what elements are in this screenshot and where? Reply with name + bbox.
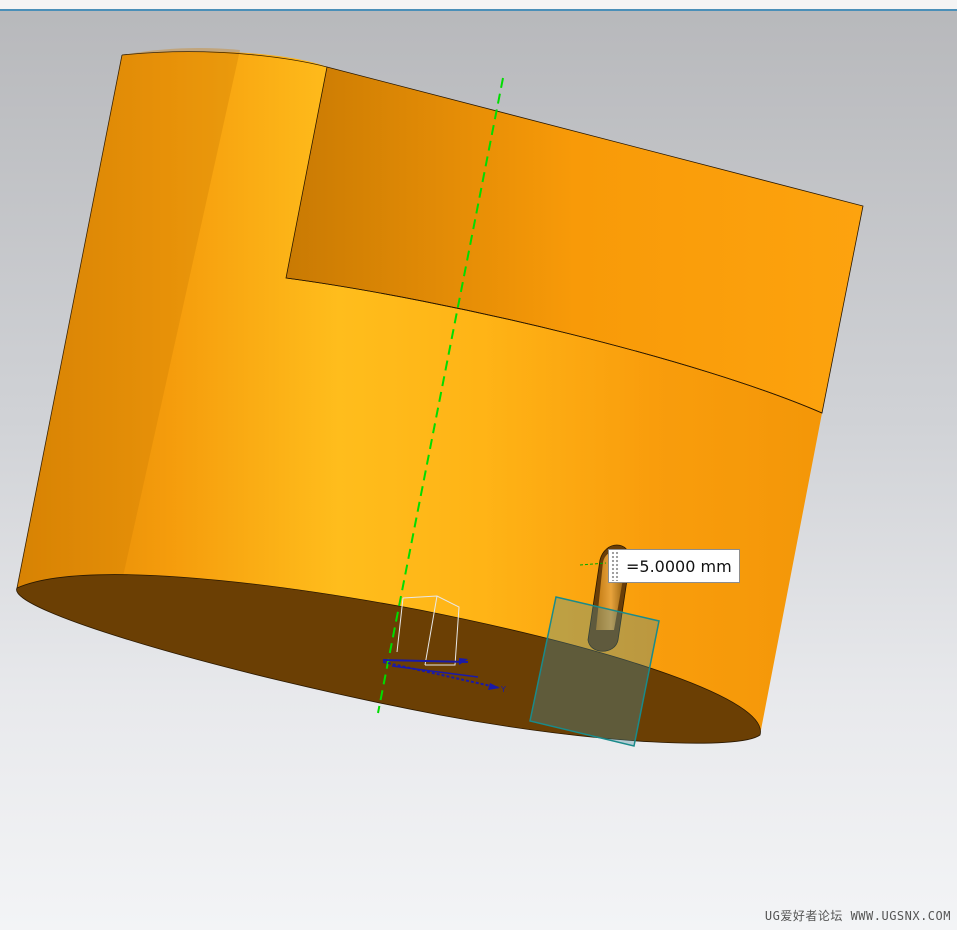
dimension-value[interactable]: =5.0000 mm bbox=[626, 557, 732, 576]
graphics-viewport[interactable]: Y =5.0000 mm UG爱好者论坛 WWW.UGSNX.COM bbox=[0, 0, 957, 930]
watermark: UG爱好者论坛 WWW.UGSNX.COM bbox=[764, 909, 951, 923]
dimension-input-box[interactable]: =5.0000 mm bbox=[608, 549, 740, 583]
cad-scene[interactable]: Y bbox=[0, 0, 957, 930]
drag-handle-icon[interactable] bbox=[611, 551, 620, 581]
csys-y-label: Y bbox=[500, 685, 506, 694]
